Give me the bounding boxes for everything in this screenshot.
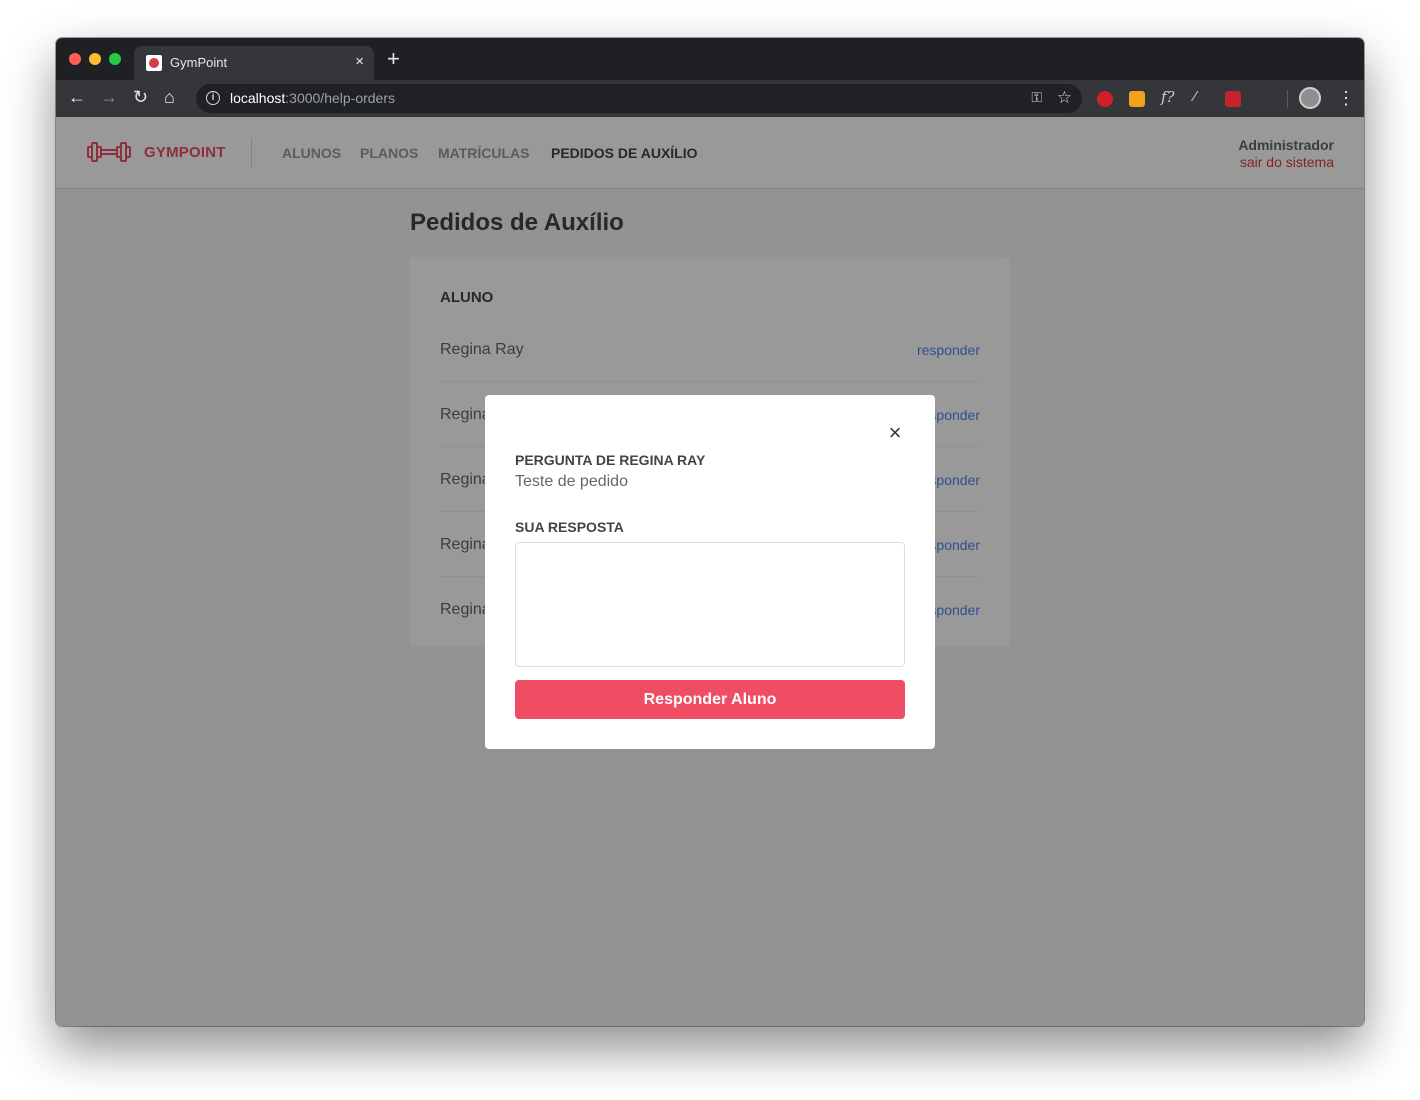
url-text[interactable]: localhost:3000/help-orders	[230, 90, 395, 106]
extension-red-icon[interactable]	[1225, 91, 1241, 107]
close-window-button[interactable]	[69, 53, 81, 65]
tab-strip: GymPoint × +	[56, 38, 1364, 80]
profile-avatar-icon[interactable]	[1299, 87, 1321, 109]
browser-toolbar: ← → ↻ ⌂ i localhost:3000/help-orders ⚿ ☆…	[56, 80, 1364, 117]
info-icon[interactable]: i	[206, 91, 220, 105]
address-bar[interactable]: i localhost:3000/help-orders ⚿ ☆	[196, 84, 1082, 113]
forward-icon[interactable]: →	[100, 86, 118, 108]
browser-window: GymPoint × + ← → ↻ ⌂ i localhost:3000/he…	[56, 38, 1364, 1026]
answer-textarea[interactable]	[515, 542, 905, 667]
question-text: Teste de pedido	[515, 473, 628, 490]
home-icon[interactable]: ⌂	[164, 86, 175, 108]
new-tab-button[interactable]: +	[387, 48, 400, 70]
browser-tab[interactable]: GymPoint ×	[134, 46, 374, 80]
close-icon[interactable]: ×	[886, 422, 904, 444]
responder-aluno-button[interactable]: Responder Aluno	[515, 680, 905, 719]
question-label: PERGUNTA DE REGINA RAY	[515, 452, 706, 468]
answer-modal: × PERGUNTA DE REGINA RAY Teste de pedido…	[485, 395, 935, 749]
favicon-icon	[146, 55, 162, 71]
extension-eyedropper-icon[interactable]: ⁄	[1194, 88, 1210, 105]
back-icon[interactable]: ←	[68, 86, 86, 108]
extension-icon[interactable]	[1129, 91, 1145, 107]
extension-function-icon[interactable]: f?	[1161, 88, 1177, 106]
browser-menu-icon[interactable]: ⋮	[1337, 87, 1355, 109]
answer-label: SUA RESPOSTA	[515, 519, 624, 535]
url-path: :3000/help-orders	[285, 90, 396, 106]
tab-close-icon[interactable]: ×	[355, 53, 364, 70]
bookmark-star-icon[interactable]: ☆	[1057, 88, 1072, 108]
toolbar-divider	[1287, 90, 1288, 108]
url-host: localhost	[230, 90, 286, 106]
key-icon[interactable]: ⚿	[1031, 89, 1042, 106]
tab-title: GymPoint	[170, 55, 228, 70]
reload-icon[interactable]: ↻	[133, 86, 148, 108]
extension-adblock-icon[interactable]	[1097, 91, 1113, 107]
maximize-window-button[interactable]	[109, 53, 121, 65]
minimize-window-button[interactable]	[89, 53, 101, 65]
